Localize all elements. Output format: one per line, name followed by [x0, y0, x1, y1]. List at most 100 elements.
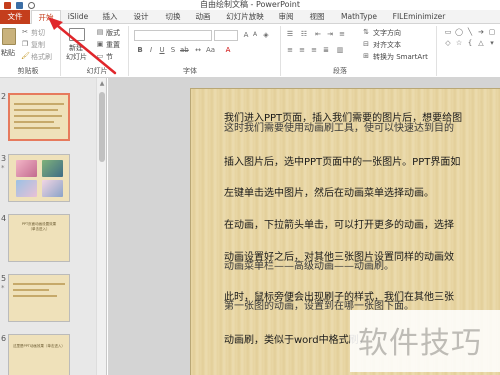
align-center-icon[interactable]: ≡: [298, 46, 306, 54]
ribbon-separator: [436, 26, 437, 76]
font-color-icon[interactable]: A: [224, 46, 232, 54]
new-slide-icon[interactable]: [69, 28, 85, 41]
tab-fileminimizer[interactable]: FILEminimizer: [386, 10, 452, 24]
thumbnail-picture: [42, 160, 63, 177]
grow-font-icon[interactable]: A: [242, 31, 250, 39]
tab-mathtype[interactable]: MathType: [337, 10, 381, 24]
slide-thumbnails-panel: 2 3 * 4 PPT页面动画设置效果 （单击进入） 5 * 6 这里是PPT动…: [0, 78, 107, 375]
animation-star-icon: *: [1, 284, 5, 292]
slide-thumbnail[interactable]: [8, 93, 70, 141]
ribbon-tabs: 文件 开始 iSlide 插入 设计 切换 动画 幻灯片放映 审阅 视图 Mat…: [0, 10, 500, 25]
shape-arrow-icon[interactable]: ➔: [477, 28, 485, 36]
shape-star-icon[interactable]: ☆: [455, 39, 463, 47]
shape-line-icon[interactable]: ╲: [466, 28, 474, 36]
new-slide-button-line2[interactable]: 幻灯片: [66, 52, 87, 62]
paste-button[interactable]: 粘贴: [1, 48, 15, 58]
increase-indent-icon[interactable]: ⇥: [326, 30, 334, 38]
tab-slideshow[interactable]: 幻灯片放映: [222, 10, 268, 24]
tab-view[interactable]: 视图: [304, 10, 330, 24]
shape-more-icon[interactable]: ▾: [488, 39, 496, 47]
copy-icon[interactable]: ❐: [21, 40, 29, 48]
slide-thumbnail[interactable]: [8, 154, 70, 202]
smartart-button[interactable]: 转换为 SmartArt: [373, 52, 428, 62]
watermark-text: 软件技巧: [358, 326, 482, 361]
tab-file[interactable]: 文件: [0, 10, 30, 24]
shape-box-icon[interactable]: ▢: [488, 28, 496, 36]
char-spacing-icon[interactable]: ↔: [194, 46, 202, 54]
slide-text-line[interactable]: 左键单击选中图片，然后在动画菜单选择动画。: [224, 189, 434, 199]
shadow-icon[interactable]: S: [169, 46, 177, 54]
paste-icon[interactable]: [2, 28, 16, 45]
tab-animations[interactable]: 动画: [190, 10, 216, 24]
tab-home[interactable]: 开始: [31, 10, 61, 25]
bold-icon[interactable]: B: [136, 46, 144, 54]
group-label-paragraph: 段落: [333, 67, 347, 75]
tab-islide[interactable]: iSlide: [63, 10, 93, 24]
layout-button[interactable]: 版式: [106, 28, 120, 38]
thumbnail-picture: [16, 160, 37, 177]
group-label-slides: 幻灯片: [86, 67, 108, 75]
reset-icon[interactable]: ▣: [96, 40, 104, 48]
align-right-icon[interactable]: ≡: [310, 46, 318, 54]
columns-icon[interactable]: ▥: [336, 46, 344, 54]
numbering-icon[interactable]: ☷: [300, 30, 308, 38]
slide-text-line[interactable]: 动画菜单栏——高级动画——动画刷。: [224, 262, 394, 272]
align-left-icon[interactable]: ≡: [286, 46, 294, 54]
slide-text-line[interactable]: 这时我们需要使用动画刷工具，使可以快速达到目的: [224, 124, 454, 134]
ribbon-home: 粘贴 ✂ 剪切 ❐ 复制 🖌 格式刷 剪贴板 新建 幻灯片 ▤ 版式 ▣ 重置 …: [0, 24, 500, 78]
watermark: 软件技巧: [350, 310, 500, 372]
section-button[interactable]: 节: [106, 52, 113, 62]
shape-rect-icon[interactable]: ▭: [444, 28, 452, 36]
format-painter-icon[interactable]: 🖌: [21, 52, 30, 60]
format-painter-button[interactable]: 格式刷: [31, 52, 52, 62]
align-text-icon[interactable]: ⊟: [362, 40, 370, 48]
decrease-indent-icon[interactable]: ⇤: [314, 30, 322, 38]
tab-review[interactable]: 审阅: [273, 10, 299, 24]
scissors-icon[interactable]: ✂: [21, 28, 29, 36]
italic-icon[interactable]: I: [147, 46, 155, 54]
shape-triangle-icon[interactable]: △: [477, 39, 485, 47]
font-size-combo[interactable]: [214, 30, 238, 41]
thumbnails-scrollbar[interactable]: ▲: [96, 78, 106, 375]
tab-design[interactable]: 设计: [128, 10, 154, 24]
strikethrough-icon[interactable]: ab: [180, 46, 189, 54]
slide-text-line[interactable]: 动画刷，类似于word中格式刷，: [224, 336, 369, 346]
clear-format-icon[interactable]: ◈: [262, 31, 270, 39]
align-text-button[interactable]: 对齐文本: [373, 40, 401, 50]
shape-ellipse-icon[interactable]: ◯: [455, 28, 463, 36]
font-name-combo[interactable]: [134, 30, 212, 41]
smartart-icon[interactable]: ⊞: [362, 52, 370, 60]
slide-thumbnail[interactable]: PPT页面动画设置效果 （单击进入）: [8, 214, 70, 262]
shape-callout-icon[interactable]: ◇: [444, 39, 452, 47]
shrink-font-icon[interactable]: A: [251, 31, 259, 39]
thumbnail-number: 2: [1, 92, 7, 101]
slide-thumbnail[interactable]: 这里是PPT动画效果（单击进入）: [8, 334, 70, 375]
cut-button[interactable]: 剪切: [31, 28, 45, 38]
thumbnail-number: 4: [1, 214, 7, 223]
line-spacing-icon[interactable]: ≡: [338, 30, 346, 38]
thumbnail-picture: [16, 180, 37, 197]
copy-button[interactable]: 复制: [31, 40, 45, 50]
text-direction-icon[interactable]: ⇅: [362, 28, 370, 36]
slide-text-line[interactable]: 在动画，下拉箭头单击，可以打开更多的动画，选择: [224, 221, 454, 231]
justify-icon[interactable]: ≣: [322, 46, 330, 54]
reset-button[interactable]: 重置: [106, 40, 120, 50]
scroll-up-arrow-icon[interactable]: ▲: [97, 80, 107, 87]
section-icon[interactable]: ▭: [96, 52, 104, 60]
text-direction-button[interactable]: 文字方向: [373, 28, 401, 38]
thumbnail-title: PPT页面动画设置效果 （单击进入）: [21, 222, 57, 231]
group-label-clipboard: 剪贴板: [17, 67, 39, 75]
shape-brace-icon[interactable]: {: [466, 39, 474, 47]
change-case-icon[interactable]: Aa: [206, 46, 215, 54]
thumbnail-number: 5: [1, 274, 7, 283]
tab-transitions[interactable]: 切换: [160, 10, 186, 24]
underline-icon[interactable]: U: [158, 46, 166, 54]
group-label-font: 字体: [183, 67, 197, 75]
ribbon-separator: [280, 26, 281, 76]
slide-thumbnail[interactable]: [8, 274, 70, 322]
tab-insert[interactable]: 插入: [97, 10, 123, 24]
scrollbar-thumb[interactable]: [99, 92, 105, 162]
layout-icon[interactable]: ▤: [96, 28, 104, 36]
bullets-icon[interactable]: ☰: [286, 30, 294, 38]
slide-text-line[interactable]: 插入图片后，选中PPT页面中的一张图片。PPT界面如: [224, 158, 460, 168]
